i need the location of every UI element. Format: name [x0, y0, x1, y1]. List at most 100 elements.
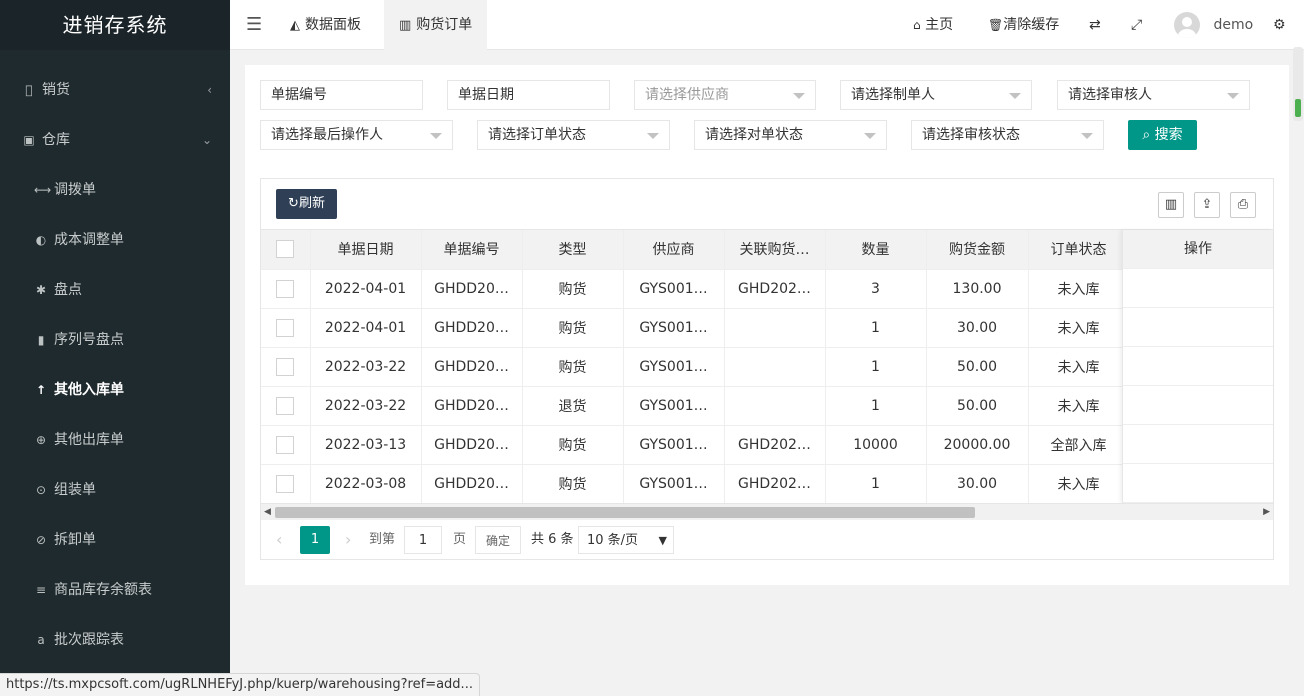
table-row[interactable]: 2022-04-01 GHDD20… 购货 GYS001… GHD202… 3 130.00… — [261, 269, 1130, 309]
cell-supplier: GYS001… — [623, 269, 725, 309]
clear-cache-link[interactable]: 🗑清除缓存 — [988, 0, 1059, 50]
table-row[interactable]: 2022-03-22 GHDD20… 退货 GYS001… 1 50.00 未入库 — [261, 386, 1130, 426]
reviewer-select[interactable]: 请选择审核人 — [1057, 80, 1250, 110]
row-checkbox[interactable] — [276, 357, 295, 376]
reconcile-status-select[interactable]: 请选择对单状态 — [694, 120, 887, 150]
row-checkbox[interactable] — [276, 318, 295, 337]
cell-doc-date: 2022-03-22 — [310, 386, 422, 426]
select-all-cell[interactable] — [261, 230, 311, 270]
page-1-button[interactable]: 1 — [300, 526, 330, 554]
horizontal-scrollbar[interactable]: ◀ ▶ — [261, 503, 1273, 520]
review-status-select-text: 请选择审核状态 — [922, 127, 1020, 143]
scroll-right-icon[interactable]: ▶ — [1263, 507, 1270, 517]
avatar — [1174, 12, 1200, 38]
table-row[interactable]: 2022-03-22 GHDD20… 购货 GYS001… 1 50.00 未入库 — [261, 347, 1130, 387]
last-operator-select[interactable]: 请选择最后操作人 — [260, 120, 453, 150]
col-order-status[interactable]: 订单状态 — [1028, 230, 1130, 270]
page-scrollbar-thumb[interactable] — [1295, 99, 1301, 117]
sidebar-item-2[interactable]: ⟷ 调拨单 — [0, 165, 230, 215]
cell-type: 购货 — [522, 347, 624, 387]
col-quantity[interactable]: 数量 — [825, 230, 927, 270]
col-doc-no[interactable]: 单据编号 — [421, 230, 523, 270]
col-amount[interactable]: 购货金额 — [926, 230, 1029, 270]
reviewer-select-text: 请选择审核人 — [1068, 87, 1152, 103]
scrollbar-thumb[interactable] — [275, 507, 975, 518]
next-page-icon[interactable]: › — [345, 526, 351, 554]
supplier-select[interactable]: 请选择供应商 — [634, 80, 816, 110]
sidebar-item-1[interactable]: ▣ 仓库 ⌄ — [0, 115, 230, 165]
cell-related-purchase: GHD202… — [724, 464, 826, 504]
row-checkbox[interactable] — [276, 435, 295, 454]
fullscreen-icon[interactable]: ⤢ — [1131, 0, 1142, 50]
user-menu[interactable]: demo — [1174, 0, 1253, 50]
cell-supplier: GYS001… — [623, 386, 725, 426]
cell-type: 退货 — [522, 386, 624, 426]
cell-doc-no: GHDD20… — [421, 308, 523, 348]
row-select-cell[interactable] — [261, 308, 311, 348]
row-select-cell[interactable] — [261, 425, 311, 465]
sidebar-item-6[interactable]: ↑ 其他入库单 — [0, 365, 230, 415]
row-checkbox[interactable] — [276, 279, 295, 298]
home-link[interactable]: ⌂ 主页 — [913, 0, 953, 50]
search-button[interactable]: ⌕ 搜索 — [1128, 120, 1197, 150]
row-select-cell[interactable] — [261, 464, 311, 504]
chevron-down-icon — [647, 133, 659, 139]
col-doc-date[interactable]: 单据日期 — [310, 230, 422, 270]
cell-related-purchase: GHD202… — [724, 425, 826, 465]
warehouse-icon: ▣ — [23, 133, 35, 147]
col-related-purchase[interactable]: 关联购货… — [724, 230, 826, 270]
sidebar-item-10[interactable]: ≡ 商品库存余额表 — [0, 565, 230, 615]
creator-select[interactable]: 请选择制单人 — [840, 80, 1032, 110]
sidebar-item-label: 销货 — [42, 82, 70, 98]
page-scrollbar[interactable] — [1293, 47, 1303, 121]
settings-icon[interactable]: ⚙ — [1273, 0, 1286, 50]
sidebar-item-9[interactable]: ⊘ 拆卸单 — [0, 515, 230, 565]
col-supplier[interactable]: 供应商 — [623, 230, 725, 270]
print-icon[interactable]: ⎙ — [1230, 192, 1256, 218]
refresh-button[interactable]: ↻刷新 — [276, 189, 337, 219]
prev-page-icon[interactable]: ‹ — [276, 526, 282, 554]
sidebar-item-11[interactable]: a 批次跟踪表 — [0, 615, 230, 665]
review-status-select[interactable]: 请选择审核状态 — [911, 120, 1104, 150]
row-select-cell[interactable] — [261, 269, 311, 309]
sidebar-item-7[interactable]: ⊕ 其他出库单 — [0, 415, 230, 465]
doc-no-input[interactable]: 单据编号 — [260, 80, 423, 110]
doc-date-input[interactable]: 单据日期 — [447, 80, 610, 110]
user-name: demo — [1213, 17, 1254, 33]
row-checkbox[interactable] — [276, 474, 295, 493]
sidebar-item-4[interactable]: ✱ 盘点 — [0, 265, 230, 315]
cell-quantity: 1 — [825, 386, 927, 426]
col-type[interactable]: 类型 — [522, 230, 624, 270]
sidebar-item-0[interactable]:  销货 ‹ — [0, 65, 230, 115]
sidebar-item-3[interactable]: ◐ 成本调整单 — [0, 215, 230, 265]
scroll-left-icon[interactable]: ◀ — [264, 507, 271, 517]
row-checkbox[interactable] — [276, 396, 295, 415]
table-row[interactable]: 2022-03-13 GHDD20… 购货 GYS001… GHD202… 10000 20… — [261, 425, 1130, 465]
tab-dashboard-label: 数据面板 — [305, 17, 361, 33]
bug-icon: ✱ — [35, 283, 47, 297]
page-number-input[interactable]: 1 — [404, 526, 442, 554]
tab-purchase-order[interactable]: ▥ 购货订单 — [384, 0, 488, 50]
sidebar-item-8[interactable]: ⊙ 组装单 — [0, 465, 230, 515]
language-icon[interactable]: ⇄ — [1089, 0, 1101, 50]
circle-c-icon: ◐ — [35, 233, 47, 247]
apple-icon:  — [22, 65, 36, 115]
tab-dashboard[interactable]: ◭ 数据面板 — [275, 0, 376, 50]
refresh-label: 刷新 — [298, 196, 325, 211]
menu-toggle-icon[interactable]: ☰ — [246, 0, 262, 50]
row-select-cell[interactable] — [261, 386, 311, 426]
table-row[interactable]: 2022-03-08 GHDD20… 购货 GYS001… GHD202… 1 30.00 未… — [261, 464, 1130, 504]
table-row[interactable]: 2022-04-01 GHDD20… 购货 GYS001… 1 30.00 未入库 — [261, 308, 1130, 348]
cell-quantity: 10000 — [825, 425, 927, 465]
row-select-cell[interactable] — [261, 347, 311, 387]
cell-order-status: 未入库 — [1028, 347, 1130, 387]
pagination: ‹ 1 › 到第 1 页 确定 共 6 条 10 条/页 ▼ — [261, 520, 1273, 560]
confirm-page-button[interactable]: 确定 — [475, 526, 521, 554]
sidebar-item-5[interactable]: ▮ 序列号盘点 — [0, 315, 230, 365]
page-size-select[interactable]: 10 条/页 ▼ — [578, 526, 674, 554]
select-all-checkbox[interactable] — [276, 240, 295, 259]
order-status-select[interactable]: 请选择订单状态 — [477, 120, 670, 150]
columns-filter-icon[interactable]: ▥ — [1158, 192, 1184, 218]
export-icon[interactable]: ⇪ — [1194, 192, 1220, 218]
grid-toolbar: ↻刷新 ▥ ⇪ ⎙ — [261, 179, 1273, 230]
